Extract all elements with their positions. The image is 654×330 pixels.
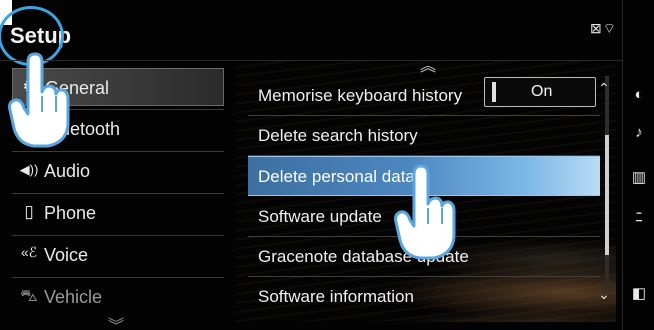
toggle-value: On	[531, 83, 553, 100]
display-icon[interactable]: ◧	[623, 284, 654, 302]
setting-label: Memorise keyboard history	[258, 86, 463, 105]
setting-row-delete-search-history[interactable]: Delete search history	[248, 116, 600, 154]
scroll-down-icon[interactable]: ⌄	[598, 286, 610, 303]
sidebar-item-vehicle[interactable]: ⛍ Vehicle	[12, 278, 224, 316]
toggle-indicator	[492, 82, 496, 102]
speaker-icon: ◀))	[19, 162, 39, 177]
header-divider	[0, 60, 622, 61]
sidebar-item-audio[interactable]: ◀)) Audio	[12, 152, 224, 190]
sidebar-item-label: Phone	[44, 203, 97, 223]
sidebar-item-label: Vehicle	[44, 287, 103, 307]
climate-icon[interactable]: ﾆ	[623, 206, 654, 227]
music-icon[interactable]: ♪	[623, 124, 654, 141]
equalizer-icon[interactable]: ▥	[623, 168, 654, 186]
setting-label: Software update	[258, 207, 382, 226]
right-rail: ◐ ♪ ▥ ﾆ ◧	[622, 0, 654, 330]
navigation-icon[interactable]: ◐	[623, 86, 654, 103]
chevron-up-icon[interactable]: ︽	[420, 52, 436, 76]
phone-icon: ▯	[24, 202, 34, 221]
hand-pointer-icon	[8, 52, 70, 148]
scroll-up-icon[interactable]: ⌃	[598, 80, 610, 97]
sidebar-item-phone[interactable]: ▯ Phone	[12, 194, 224, 232]
sidebar-item-voice[interactable]: «ℰ Voice	[12, 236, 224, 274]
scrollbar-thumb[interactable]	[605, 135, 609, 255]
chevron-down-icon[interactable]: ︾	[108, 312, 124, 330]
setting-label: Delete search history	[258, 126, 418, 145]
setting-label: Delete personal data	[258, 167, 415, 186]
setting-row-software-information[interactable]: Software information	[248, 277, 600, 315]
keyboard-history-toggle[interactable]: On	[484, 77, 596, 107]
vehicle-icon: ⛍	[20, 286, 38, 305]
sidebar-item-label: Voice	[44, 245, 89, 265]
voice-icon: «ℰ	[20, 244, 38, 260]
infotainment-screen: Setup ⊠⌔ ⚙ General ✱ Bluetooth ◀)) Audio…	[0, 0, 654, 330]
sidebar-item-label: Audio	[44, 161, 91, 181]
hand-pointer-icon	[394, 164, 456, 260]
status-icons: ⊠⌔	[590, 20, 617, 36]
setting-label: Software information	[258, 287, 414, 306]
